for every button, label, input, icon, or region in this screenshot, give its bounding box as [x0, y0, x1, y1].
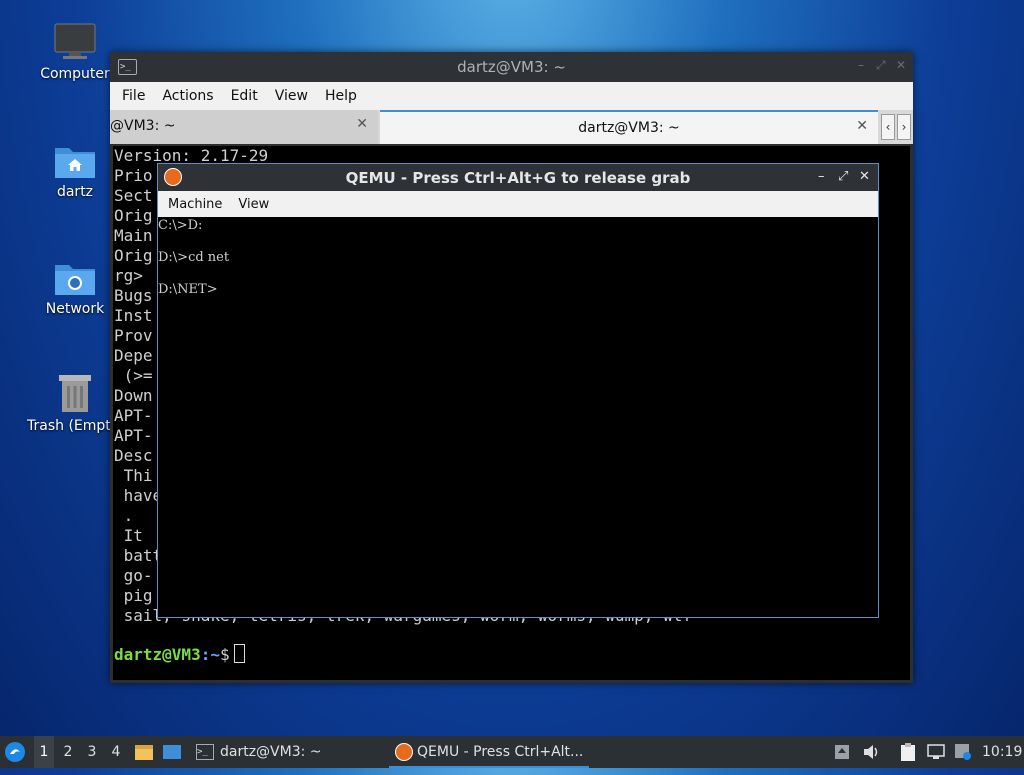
task-qemu[interactable]: QEMU - Press Ctrl+Alt... — [389, 736, 589, 768]
terminal-menubar: File Actions Edit View Help — [110, 82, 913, 110]
tab-scroll-left-icon[interactable]: ‹ — [881, 114, 895, 140]
menu-view[interactable]: View — [269, 88, 319, 104]
prompt-path: :~ — [200, 645, 220, 664]
desktop-icon-home[interactable]: dartz — [27, 140, 123, 200]
lubuntu-logo-icon — [5, 742, 25, 762]
update-icon — [835, 745, 849, 759]
tray-notifications[interactable] — [954, 736, 974, 768]
workspace-1[interactable]: 1 — [34, 736, 54, 768]
menu-view[interactable]: View — [230, 197, 277, 212]
close-icon[interactable]: ✕ — [859, 169, 870, 184]
menu-machine[interactable]: Machine — [160, 197, 230, 212]
menu-actions[interactable]: Actions — [156, 88, 224, 104]
menu-file[interactable]: File — [116, 88, 156, 104]
desktop-icon-trash[interactable]: Trash (Empty) — [27, 372, 125, 434]
close-icon[interactable]: ✕ — [896, 58, 906, 72]
menu-help[interactable]: Help — [319, 88, 368, 104]
clock[interactable]: 10:19 — [982, 736, 1022, 768]
qemu-title: QEMU - Press Ctrl+Alt+G to release grab — [345, 169, 691, 187]
close-tab-icon[interactable]: ✕ — [856, 118, 868, 134]
file-manager-icon — [135, 745, 153, 760]
task-terminal[interactable]: >_ dartz@VM3: ~ — [192, 736, 406, 768]
menu-edit[interactable]: Edit — [225, 88, 269, 104]
qemu-window[interactable]: QEMU - Press Ctrl+Alt+G to release grab … — [157, 163, 879, 618]
workspace-4[interactable]: 4 — [106, 736, 126, 768]
terminal-icon: >_ — [196, 744, 214, 760]
tab-2[interactable]: dartz@VM3: ~ ✕ — [380, 110, 878, 144]
tray-updates[interactable] — [834, 736, 852, 768]
workspace-3[interactable]: 3 — [82, 736, 102, 768]
vm-screen-line: D:\NET> — [158, 282, 218, 297]
close-tab-icon[interactable]: ✕ — [356, 116, 368, 132]
tray-network[interactable] — [927, 736, 947, 768]
prompt-user: dartz@VM3 — [114, 645, 201, 664]
desktop-icon — [163, 745, 181, 759]
restore-icon[interactable]: ⤢ — [838, 169, 848, 184]
network-icon — [927, 744, 945, 759]
tray-volume[interactable] — [862, 736, 882, 768]
qemu-icon — [395, 743, 413, 761]
computer-icon — [54, 23, 96, 59]
desktop-icon-network[interactable]: Network — [27, 257, 123, 317]
taskbar: 1 2 3 4 >_ dartz@VM3: ~ QEMU - Press Ctr… — [0, 736, 1024, 768]
tab-bar: @VM3: ~ ✕ dartz@VM3: ~ ✕ ‹ › — [110, 110, 913, 144]
trash-icon — [59, 375, 91, 412]
network-folder-icon — [55, 265, 95, 295]
minimize-icon[interactable]: – — [858, 58, 864, 72]
vm-screen[interactable]: C:\>D: D:\>cd net D:\NET> — [158, 217, 878, 298]
home-folder-icon — [55, 148, 95, 178]
vm-screen-line: C:\>D: — [158, 218, 203, 233]
task-label: QEMU - Press Ctrl+Alt... — [417, 744, 584, 760]
desktop-icon-computer[interactable]: Computer — [27, 22, 123, 82]
tab-label: dartz@VM3: ~ — [578, 120, 680, 136]
desktop-icon-label: Trash (Empty) — [27, 418, 125, 434]
workspace-2[interactable]: 2 — [58, 736, 78, 768]
file-manager-launcher[interactable] — [134, 736, 156, 768]
clipboard-icon — [901, 743, 915, 761]
minimize-icon[interactable]: – — [818, 169, 825, 184]
task-label: dartz@VM3: ~ — [220, 744, 322, 760]
tab-label: @VM3: ~ — [110, 118, 176, 134]
desktop-icon-label: Network — [45, 301, 105, 317]
vm-screen-line — [158, 266, 878, 282]
shell-prompt: dartz@VM3:~$ — [114, 644, 245, 664]
tab-1[interactable]: @VM3: ~ ✕ — [110, 110, 378, 144]
start-menu-button[interactable] — [4, 736, 30, 768]
desktop-icon-label: dartz — [56, 184, 94, 200]
terminal-titlebar[interactable]: >_ dartz@VM3: ~ – ⤢ ✕ — [110, 52, 913, 82]
volume-icon — [864, 745, 878, 759]
show-desktop-launcher[interactable] — [162, 736, 184, 768]
window-title: dartz@VM3: ~ — [457, 58, 566, 76]
text-cursor — [233, 644, 245, 663]
qemu-menubar: Machine View — [158, 191, 878, 217]
desktop-icon-label: Computer — [40, 66, 110, 82]
vm-screen-line: D:\>cd net — [158, 250, 230, 265]
tray-clipboard[interactable] — [900, 736, 920, 768]
tab-scroll-right-icon[interactable]: › — [897, 114, 911, 140]
vm-screen-line — [158, 234, 878, 250]
maximize-icon[interactable]: ⤢ — [876, 58, 886, 73]
notification-icon — [955, 744, 971, 760]
prompt-symbol: $ — [219, 645, 230, 664]
qemu-titlebar[interactable]: QEMU - Press Ctrl+Alt+G to release grab … — [158, 164, 878, 191]
